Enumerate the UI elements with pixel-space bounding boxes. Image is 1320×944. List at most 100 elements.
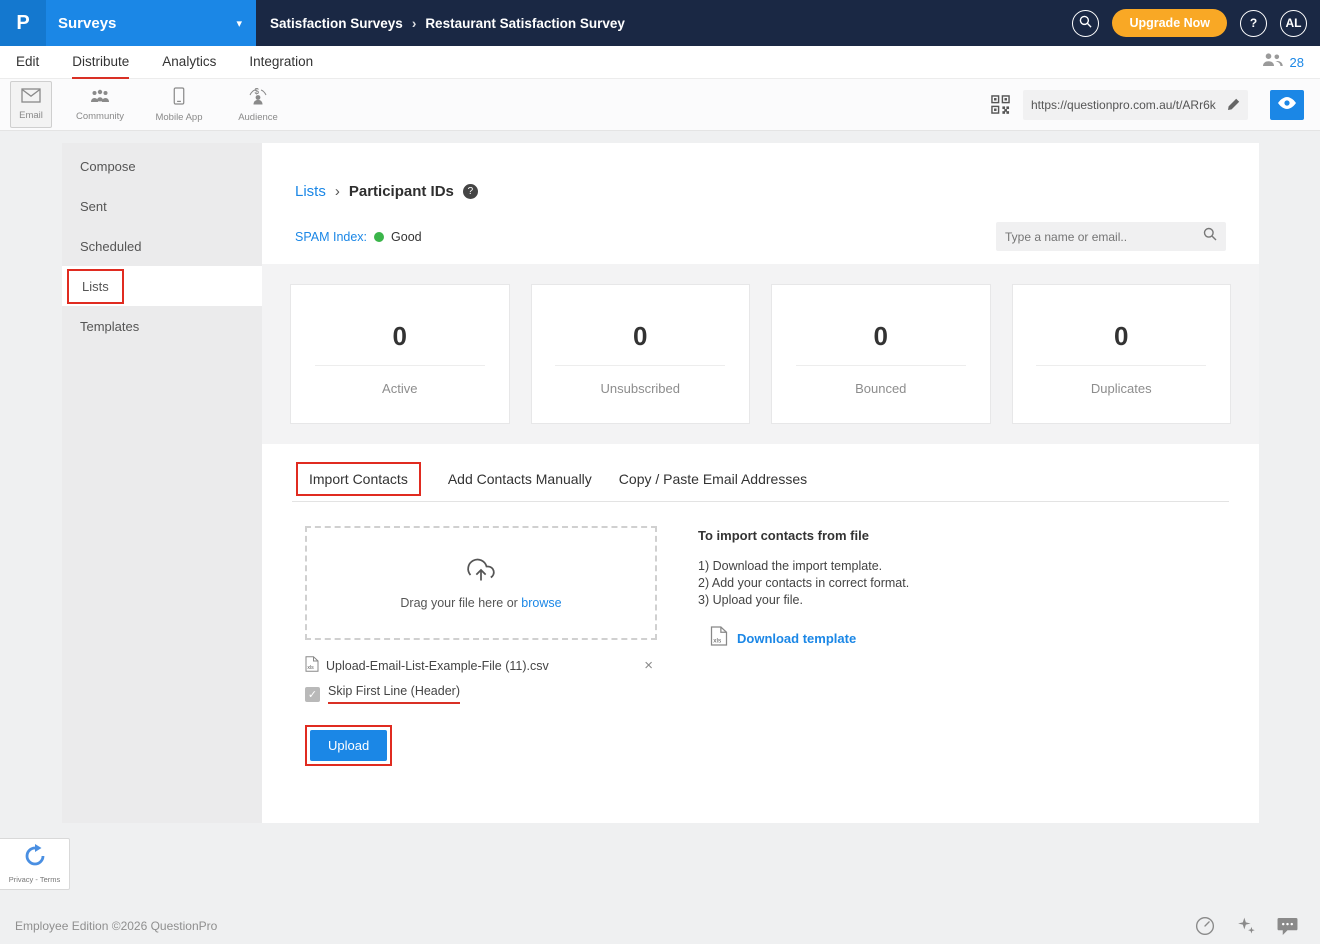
annotation-box-upload: Upload <box>305 725 392 766</box>
import-contacts-section: Drag your file here or browse xls Upload… <box>262 502 1259 766</box>
channel-email[interactable]: Email <box>10 81 52 128</box>
instructions-title: To import contacts from file <box>698 528 909 543</box>
community-icon <box>89 88 111 107</box>
help-button[interactable]: ? <box>1240 10 1267 37</box>
survey-url-input[interactable] <box>1031 98 1222 112</box>
stat-label: Duplicates <box>1013 381 1231 396</box>
respondent-count: 28 <box>1290 55 1304 70</box>
instructions-steps: 1) Download the import template. 2) Add … <box>698 558 909 609</box>
skip-header-checkbox[interactable]: ✓ <box>305 687 320 702</box>
skip-header-row: ✓ Skip First Line (Header) <box>305 684 657 704</box>
questionpro-logo: P <box>0 0 46 46</box>
uploaded-file-row: xls Upload-Email-List-Example-File (11).… <box>305 656 657 675</box>
contact-search-input[interactable] <box>1005 230 1203 244</box>
stat-value: 0 <box>1013 321 1231 352</box>
stat-card-active: 0 Active <box>290 284 510 424</box>
tab-edit[interactable]: Edit <box>16 46 39 79</box>
breadcrumb-parent[interactable]: Satisfaction Surveys <box>270 16 403 31</box>
xls-file-icon: xls <box>305 656 319 675</box>
stat-label: Bounced <box>772 381 990 396</box>
contacts-tabs: Import Contacts Add Contacts Manually Co… <box>292 456 1229 502</box>
recaptcha-badge[interactable]: Privacy - Terms <box>0 838 70 890</box>
skip-header-label[interactable]: Skip First Line (Header) <box>328 684 460 704</box>
page-footer: Employee Edition ©2026 QuestionPro <box>0 908 1320 944</box>
channel-audience[interactable]: $ Audience <box>227 87 289 123</box>
share-controls <box>991 90 1304 120</box>
sidebar-item-scheduled[interactable]: Scheduled <box>62 226 262 266</box>
stat-value: 0 <box>772 321 990 352</box>
channel-community[interactable]: Community <box>69 88 131 122</box>
dropzone-label: Drag your file here or <box>400 596 517 610</box>
sidebar-item-compose[interactable]: Compose <box>62 146 262 186</box>
stat-value: 0 <box>532 321 750 352</box>
download-template-link[interactable]: Download template <box>737 631 856 646</box>
tab-add-contacts-manually[interactable]: Add Contacts Manually <box>448 471 592 487</box>
email-sidebar: Compose Sent Scheduled Lists Templates <box>62 143 262 823</box>
browse-link[interactable]: browse <box>521 596 561 610</box>
upgrade-now-button[interactable]: Upgrade Now <box>1112 9 1227 37</box>
recaptcha-privacy-terms[interactable]: Privacy - Terms <box>9 875 61 884</box>
upload-button[interactable]: Upload <box>310 730 387 761</box>
search-button[interactable] <box>1072 10 1099 37</box>
preview-survey-button[interactable] <box>1270 90 1304 120</box>
mobile-icon <box>173 87 185 108</box>
file-dropzone[interactable]: Drag your file here or browse <box>305 526 657 640</box>
eye-icon <box>1277 97 1297 112</box>
copyright-text: Employee Edition ©2026 QuestionPro <box>15 919 217 933</box>
spam-index: SPAM Index: Good <box>295 230 422 244</box>
product-switcher[interactable]: P Surveys ▾ <box>0 0 256 46</box>
email-icon <box>21 88 41 106</box>
file-name: Upload-Email-List-Example-File (11).csv <box>326 659 549 673</box>
divider <box>315 365 485 366</box>
xls-badge-text: xls <box>307 665 314 671</box>
breadcrumb-separator: › <box>412 16 417 31</box>
instruction-step: 1) Download the import template. <box>698 558 909 575</box>
stat-label: Active <box>291 381 509 396</box>
channel-label: Audience <box>238 112 278 123</box>
status-dot-green <box>374 232 384 242</box>
search-icon <box>1079 15 1092 31</box>
audience-icon: $ <box>247 87 269 108</box>
tab-integration[interactable]: Integration <box>249 46 313 79</box>
sidebar-item-sent[interactable]: Sent <box>62 186 262 226</box>
help-icon[interactable]: ? <box>463 184 478 199</box>
chat-support-icon[interactable] <box>1277 917 1298 936</box>
product-name: Surveys <box>58 15 116 32</box>
tab-distribute[interactable]: Distribute <box>72 46 129 79</box>
remove-file-icon[interactable]: × <box>644 657 657 674</box>
avatar[interactable]: AL <box>1280 10 1307 37</box>
breadcrumb-current: Participant IDs <box>349 183 454 200</box>
divider <box>555 365 725 366</box>
search-icon[interactable] <box>1203 227 1217 246</box>
sidebar-item-lists[interactable]: Lists <box>62 266 262 306</box>
channel-mobile-app[interactable]: Mobile App <box>148 87 210 123</box>
recaptcha-icon <box>23 844 47 873</box>
footer-icons <box>1195 916 1298 936</box>
survey-nav: Edit Distribute Analytics Integration 28 <box>0 46 1320 79</box>
spam-and-search-row: SPAM Index: Good <box>262 222 1259 251</box>
tab-import-contacts[interactable]: Import Contacts <box>296 462 421 496</box>
top-bar: P Surveys ▾ Satisfaction Surveys › Resta… <box>0 0 1320 46</box>
lists-panel: Lists › Participant IDs ? SPAM Index: Go… <box>262 143 1259 823</box>
respondents-counter[interactable]: 28 <box>1262 53 1304 72</box>
chevron-down-icon[interactable]: ▾ <box>236 17 242 30</box>
performance-gauge-icon[interactable] <box>1195 916 1215 936</box>
lists-breadcrumb: Lists › Participant IDs ? <box>262 143 1259 200</box>
dropzone-text: Drag your file here or browse <box>400 596 561 610</box>
sparkles-icon[interactable] <box>1236 916 1256 936</box>
main-content: Compose Sent Scheduled Lists Templates L… <box>62 143 1259 823</box>
qr-code-icon[interactable] <box>991 95 1010 114</box>
edit-url-icon[interactable] <box>1227 98 1240 111</box>
spam-index-label: SPAM Index: <box>295 230 367 244</box>
xls-badge-text: xls <box>713 637 722 644</box>
instructions-column: To import contacts from file 1) Download… <box>698 526 909 766</box>
topbar-actions: Upgrade Now ? AL <box>1072 9 1320 37</box>
upload-column: Drag your file here or browse xls Upload… <box>305 526 657 766</box>
tab-copy-paste-emails[interactable]: Copy / Paste Email Addresses <box>619 471 807 487</box>
tab-analytics[interactable]: Analytics <box>162 46 216 79</box>
sidebar-item-templates[interactable]: Templates <box>62 306 262 346</box>
contact-stats: 0 Active 0 Unsubscribed 0 Bounced 0 Dupl… <box>262 264 1259 444</box>
respondents-icon <box>1262 53 1283 72</box>
stat-card-bounced: 0 Bounced <box>771 284 991 424</box>
breadcrumb-lists-link[interactable]: Lists <box>295 183 326 200</box>
